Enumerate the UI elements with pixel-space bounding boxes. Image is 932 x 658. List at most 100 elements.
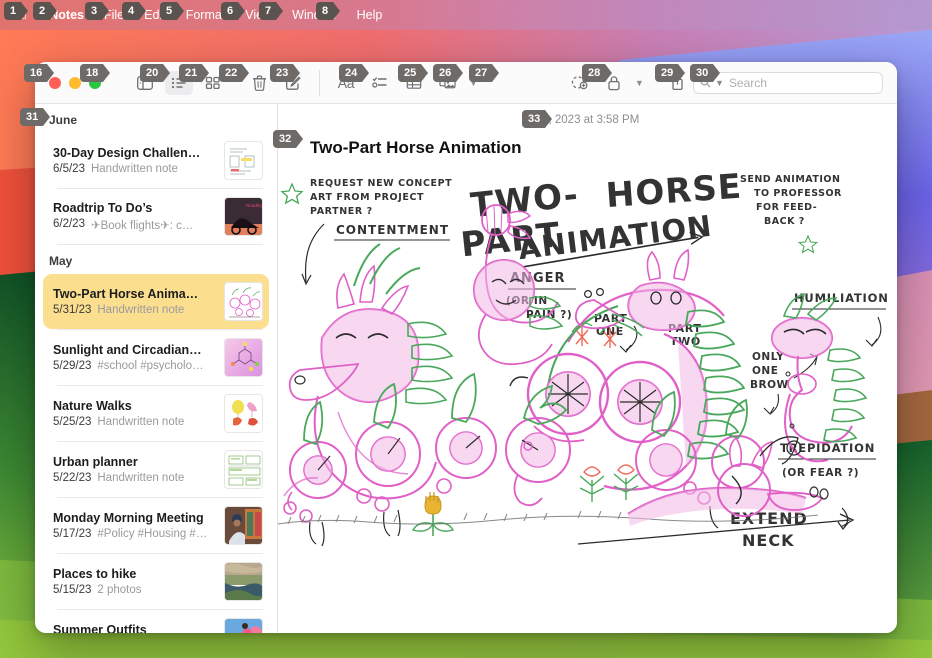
note-list-item[interactable]: Summer Outfits5/15/23 [43, 610, 269, 633]
note-list-item[interactable]: Urban planner 5/22/23 Handwritten note [43, 442, 269, 497]
annotation-tag-5: 5 [160, 2, 185, 20]
note-item-subtitle: 5/25/23 Handwritten note [53, 416, 216, 428]
annotation-tag-31: 31 [20, 108, 51, 126]
note-item-date: 5/17/23 [53, 528, 92, 540]
note-list-item[interactable]: Places to hike 5/15/23 2 photos [43, 554, 269, 609]
note-item-snippet: #Policy #Housing #… [97, 528, 208, 540]
horse-animation-sketch: .hw { font-family:"DejaVu Sans", sans-se… [278, 162, 897, 572]
note-item-date: 6/2/23 [53, 218, 85, 230]
note-item-thumbnail [224, 450, 263, 489]
svg-text:Roadtrip: Roadtrip [246, 203, 263, 208]
annotation-tag-25: 25 [398, 64, 429, 82]
annotation-tag-23: 23 [270, 64, 301, 82]
note-list-item[interactable]: Nature Walks 5/25/23 Handwritten note [43, 386, 269, 441]
annotation-tag-2: 2 [33, 2, 58, 20]
annotation-tag-33: 33 [522, 110, 553, 128]
note-item-title: Places to hike [53, 567, 137, 581]
note-item-snippet: Handwritten note [97, 472, 185, 484]
annotation-tag-3: 3 [85, 2, 110, 20]
note-item-title: Nature Walks [53, 399, 132, 413]
note-item-date: 5/25/23 [53, 416, 92, 428]
note-item-subtitle: 5/29/23 #school #psycholo… [53, 360, 216, 372]
note-item-subtitle: 5/17/23 #Policy #Housing #… [53, 528, 216, 540]
window-body: June 30-Day Design Challen… 6/5/23 Handwrit… [35, 104, 897, 633]
annotation-tag-28: 28 [582, 64, 613, 82]
note-item-subtitle: 6/5/23 Handwritten note [53, 163, 216, 175]
note-item-title: Roadtrip To Do’s [53, 201, 153, 215]
annotation-tag-32: 32 [273, 130, 304, 148]
svg-text:REQUEST NEW CONCEPT: REQUEST NEW CONCEPT [310, 178, 452, 189]
note-item-subtitle: 5/31/23 Handwritten note [53, 304, 216, 316]
svg-text:(OR FEAR ?): (OR FEAR ?) [782, 467, 859, 479]
search-field[interactable]: ▼ Search [693, 71, 883, 94]
annotation-tag-1: 1 [4, 2, 29, 20]
note-item-date: 5/29/23 [53, 360, 92, 372]
note-item-text: Summer Outfits5/15/23 [53, 623, 216, 633]
note-list-section-heading: June [49, 113, 78, 127]
note-item-text: Two-Part Horse Anima… 5/31/23 Handwritten … [53, 287, 216, 316]
note-item-snippet: Handwritten note [97, 416, 185, 428]
annotation-tag-30: 30 [690, 64, 721, 82]
annotation-tag-26: 26 [433, 64, 464, 82]
lock-chevron-down-icon[interactable]: ▼ [635, 78, 644, 88]
note-item-thumbnail [224, 618, 263, 633]
annotation-tag-22: 22 [219, 64, 250, 82]
checklist-icon[interactable] [366, 71, 394, 95]
note-item-subtitle: 5/15/23 2 photos [53, 584, 216, 596]
svg-text:CONTENTMENT: CONTENTMENT [336, 223, 449, 237]
svg-text:SEND ANIMATION: SEND ANIMATION [740, 174, 840, 185]
note-item-thumbnail: Roadtrip [224, 197, 263, 236]
svg-text:ART FROM PROJECT: ART FROM PROJECT [310, 192, 424, 203]
note-item-title: Monday Morning Meeting [53, 511, 204, 525]
note-item-title: Two-Part Horse Anima… [53, 287, 199, 301]
note-item-text: Sunlight and Circadian… 5/29/23 #school #p… [53, 343, 216, 372]
note-item-title: Sunlight and Circadian… [53, 343, 202, 357]
note-list-item[interactable]: Monday Morning Meeting 5/17/23 #Policy #Ho… [43, 498, 269, 553]
annotation-tag-8: 8 [316, 2, 341, 20]
note-list-item[interactable]: Sunlight and Circadian… 5/29/23 #school #p… [43, 330, 269, 385]
note-list-item[interactable]: Two-Part Horse Anima… 5/31/23 Handwritten … [43, 274, 269, 329]
annotation-tag-6: 6 [221, 2, 246, 20]
annotation-tag-7: 7 [259, 2, 284, 20]
note-item-date: 5/15/23 [53, 584, 92, 596]
annotation-tag-24: 24 [339, 64, 370, 82]
annotation-tag-20: 20 [140, 64, 171, 82]
note-item-text: 30-Day Design Challen… 6/5/23 Handwritten … [53, 146, 216, 175]
note-item-snippet: Handwritten note [97, 304, 185, 316]
note-item-thumbnail [224, 394, 263, 433]
note-item-title: Urban planner [53, 455, 138, 469]
note-list-item[interactable]: 30-Day Design Challen… 6/5/23 Handwritten … [43, 133, 269, 188]
svg-text:BROW: BROW [750, 379, 789, 391]
note-item-subtitle: 6/2/23 ✈︎Book flights✈︎: c… [53, 218, 216, 232]
handwritten-canvas[interactable]: .hw { font-family:"DejaVu Sans", sans-se… [278, 162, 897, 633]
toolbar-divider [319, 69, 320, 96]
note-item-subtitle: 5/22/23 Handwritten note [53, 472, 216, 484]
note-title: Two-Part Horse Animation [310, 138, 522, 157]
annotation-tag-27: 27 [469, 64, 500, 82]
notes-window: Aa ▼ ▼ ▼ Search June 30-Day Design Chall… [35, 62, 897, 633]
annotation-tag-18: 18 [80, 64, 111, 82]
note-item-thumbnail [224, 506, 263, 545]
annotation-tag-21: 21 [179, 64, 210, 82]
note-item-thumbnail [224, 562, 263, 601]
annotation-tag-16: 16 [24, 64, 55, 82]
svg-text:NECK: NECK [742, 531, 794, 550]
svg-text:TO PROFESSOR: TO PROFESSOR [754, 188, 842, 199]
note-item-text: Urban planner 5/22/23 Handwritten note [53, 455, 216, 484]
menu-item-help[interactable]: Help [347, 6, 393, 24]
annotation-tag-4: 4 [122, 2, 147, 20]
note-item-date: 5/22/23 [53, 472, 92, 484]
note-item-text: Monday Morning Meeting 5/17/23 #Policy #Ho… [53, 511, 216, 540]
annotation-tag-29: 29 [655, 64, 686, 82]
note-item-thumbnail [224, 282, 263, 321]
svg-text:ONLY: ONLY [752, 351, 784, 363]
note-item-title: Summer Outfits [53, 623, 147, 633]
note-item-snippet: ✈︎Book flights✈︎: c… [90, 220, 194, 232]
note-list[interactable]: June 30-Day Design Challen… 6/5/23 Handwrit… [35, 104, 278, 633]
note-item-text: Places to hike 5/15/23 2 photos [53, 567, 216, 596]
note-item-date: 5/31/23 [53, 304, 92, 316]
note-date: 31, 2023 at 3:58 PM [535, 114, 640, 126]
note-item-thumbnail [224, 141, 263, 180]
note-item-text: Roadtrip To Do’s 6/2/23 ✈︎Book flights✈︎: … [53, 201, 216, 232]
note-list-item[interactable]: Roadtrip To Do’s 6/2/23 ✈︎Book flights✈︎: … [43, 189, 269, 244]
